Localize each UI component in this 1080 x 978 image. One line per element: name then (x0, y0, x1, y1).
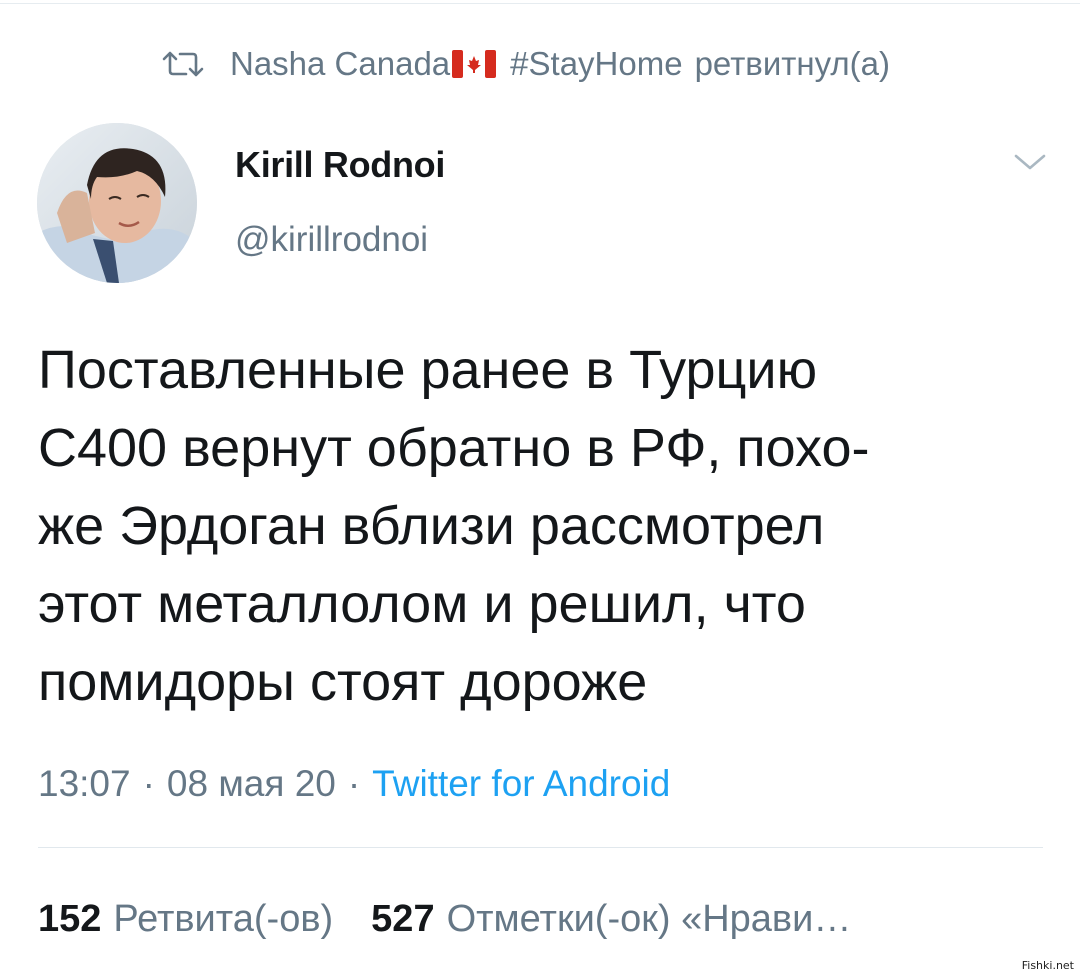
chevron-down-icon[interactable] (1010, 148, 1050, 176)
retweet-count-label[interactable]: Ретвита(-ов) (113, 898, 333, 941)
retweeter-name[interactable]: Nasha Canada (230, 45, 450, 83)
tweet-line: этот металлолом и решил, что (38, 574, 806, 634)
canada-flag-icon (452, 50, 497, 78)
tweet-line: же Эрдоган вблизи рассмотрел (38, 496, 825, 556)
retweet-header[interactable]: Nasha Canada #StayHome ретвитнул(а) (160, 42, 890, 86)
tweet-text: Поставленные ранее в Турцию С400 вернут … (38, 331, 1068, 721)
meta-separator: · (142, 763, 155, 804)
retweet-count[interactable]: 152 (38, 898, 101, 941)
divider (38, 847, 1043, 848)
author-name[interactable]: Kirill Rodnoi (235, 144, 445, 186)
watermark: Fishki.net (1019, 959, 1076, 972)
tweet-time: 13:07 (38, 763, 131, 804)
like-count-label[interactable]: Отметки(-ок) «Нрави… (447, 898, 852, 941)
tweet-page: Nasha Canada #StayHome ретвитнул(а) Kiri… (0, 0, 1080, 978)
retweet-action-label: ретвитнул(а) (694, 45, 890, 82)
avatar[interactable] (37, 123, 197, 283)
meta-separator: · (347, 763, 361, 804)
tweet-line: С400 вернут обратно в РФ, похо- (38, 418, 870, 478)
tweet-line: помидоры стоят дороже (38, 652, 648, 712)
tweet-source-link[interactable]: Twitter for Android (372, 763, 670, 805)
like-count[interactable]: 527 (371, 898, 434, 941)
tweet-meta: 13:07 · 08 мая 20 · Twitter for Android (38, 758, 670, 810)
author-handle[interactable]: @kirillrodnoi (235, 220, 428, 260)
retweet-icon (160, 50, 206, 78)
tweet-line: Поставленные ранее в Турцию (38, 340, 818, 400)
tweet-stats: 152 Ретвита(-ов) 527 Отметки(-ок) «Нрави… (38, 891, 851, 947)
retweeter-hashtag[interactable]: #StayHome (510, 45, 682, 83)
top-divider (0, 3, 1080, 4)
tweet-date: 08 мая 20 (166, 763, 336, 804)
